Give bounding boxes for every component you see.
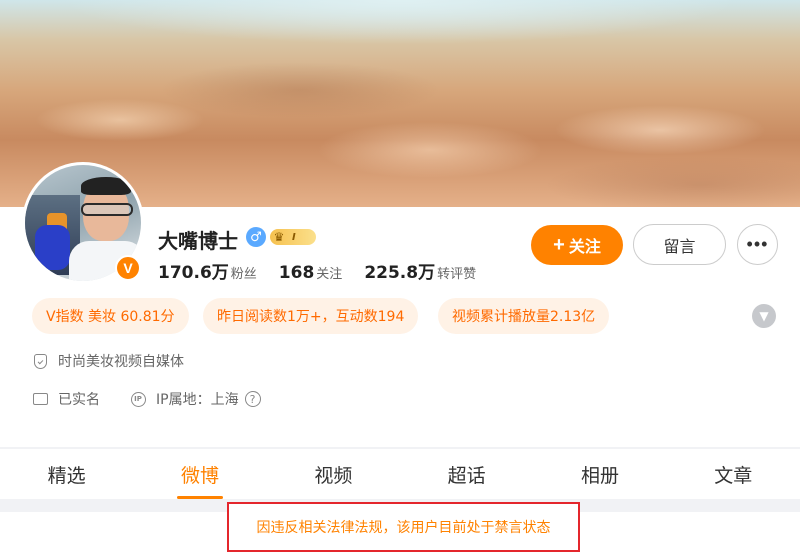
message-button[interactable]: 留言 <box>633 224 726 265</box>
tab-articles[interactable]: 文章 <box>708 449 758 499</box>
tab-album[interactable]: 相册 <box>575 449 625 499</box>
stat-interactions[interactable]: 225.8万 转评赞 <box>364 258 476 283</box>
ip-location-icon: IP <box>130 391 146 407</box>
more-options-icon[interactable]: ••• <box>737 224 778 265</box>
tag-v-index[interactable]: V指数 美妆 60.81分 <box>32 298 189 334</box>
member-level: I <box>292 231 296 243</box>
chevron-down-icon[interactable]: ▼ <box>752 304 776 328</box>
stat-followers[interactable]: 170.6万 粉丝 <box>158 258 257 283</box>
stat-interactions-label: 转评赞 <box>437 267 477 282</box>
stat-followers-value: 170.6万 <box>158 263 229 283</box>
stat-interactions-value: 225.8万 <box>364 263 436 283</box>
user-name: 大嘴博士 <box>158 229 238 253</box>
crown-icon: ♛ <box>273 230 285 244</box>
verified-row: 已实名 <box>32 389 100 409</box>
male-gender-icon: ♂ <box>246 227 266 247</box>
stat-following-value: 168 <box>278 263 315 283</box>
follow-button-label: 关注 <box>568 239 601 256</box>
user-stats: 170.6万 粉丝 168 关注 225.8万 转评赞 <box>158 258 498 283</box>
profile-tabs: 精选 微博 视频 超话 相册 文章 <box>0 449 800 499</box>
ban-notice: 因违反相关法律法规，该用户目前处于禁言状态 <box>227 502 580 552</box>
tab-supertopic[interactable]: 超话 <box>442 449 492 499</box>
stat-following-label: 关注 <box>316 267 343 282</box>
help-icon[interactable]: ? <box>244 391 261 407</box>
plus-icon: + <box>553 234 565 256</box>
tab-weibo[interactable]: 微博 <box>175 449 225 499</box>
shield-icon <box>32 353 48 369</box>
description-row: 时尚美妆视频自媒体 <box>32 351 184 371</box>
verified-v-badge-icon: V <box>115 255 141 281</box>
follow-button[interactable]: + 关注 <box>531 225 623 265</box>
tag-daily-reads[interactable]: 昨日阅读数1万+，互动数194 <box>203 298 419 334</box>
verified-text: 已实名 <box>58 392 100 408</box>
ip-text: IP属地：上海 <box>156 392 239 408</box>
tab-video[interactable]: 视频 <box>308 449 358 499</box>
stat-followers-label: 粉丝 <box>230 267 257 282</box>
tab-featured[interactable]: 精选 <box>42 449 92 499</box>
tag-video-plays[interactable]: 视频累计播放量2.13亿 <box>438 298 610 334</box>
id-card-icon <box>32 391 48 407</box>
ip-row: IP IP属地：上海 ? <box>130 389 261 409</box>
description-text: 时尚美妆视频自媒体 <box>58 354 184 370</box>
member-crown-badge[interactable]: ♛ I <box>270 229 316 245</box>
stat-following[interactable]: 168 关注 <box>279 263 343 283</box>
